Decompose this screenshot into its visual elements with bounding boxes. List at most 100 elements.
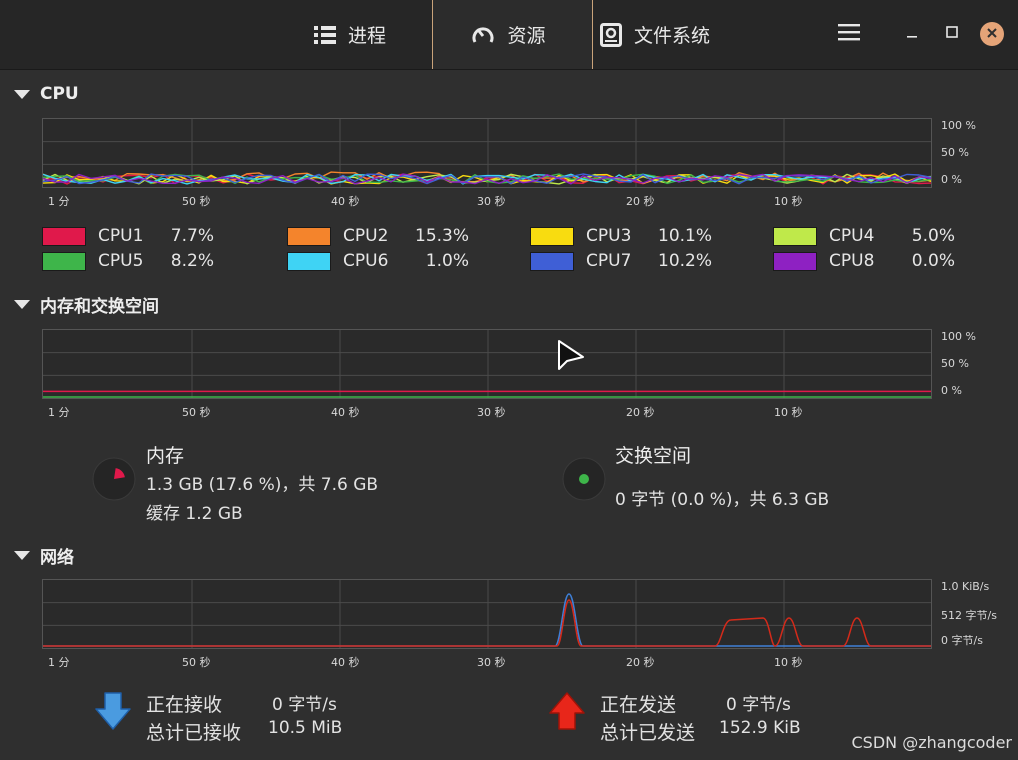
- sending-label: 正在发送: [600, 694, 677, 716]
- cpu4-color-swatch[interactable]: [773, 226, 817, 246]
- net-y-tick-mid: 512 字节/s: [941, 609, 997, 622]
- network-section-toggle[interactable]: 网络: [14, 543, 74, 568]
- collapse-triangle-icon: [14, 89, 30, 99]
- cpu-legend-item[interactable]: CPU6 1.0%: [287, 251, 469, 271]
- memory-cache: 缓存 1.2 GB: [146, 504, 243, 524]
- receiving-label: 正在接收: [146, 694, 223, 716]
- memory-section-toggle[interactable]: 内存和交换空间: [14, 292, 159, 317]
- collapse-triangle-icon: [14, 551, 30, 560]
- memory-pie-icon[interactable]: [92, 457, 136, 506]
- cpu8-color-swatch[interactable]: [773, 251, 817, 271]
- cpu2-color-swatch[interactable]: [287, 226, 331, 246]
- network-graph: [42, 579, 932, 649]
- net-x-tick: 50 秒: [182, 656, 211, 669]
- cpu-legend-name: CPU2: [343, 226, 389, 246]
- cpu-legend-value: 0.0%: [911, 251, 955, 271]
- mem-y-tick-0: 0 %: [941, 384, 962, 397]
- tab-filesystems[interactable]: 文件系统: [600, 0, 740, 69]
- close-button[interactable]: [980, 22, 1004, 46]
- cpu-legend-value: 1.0%: [425, 251, 469, 271]
- mouse-pointer-icon: [557, 339, 585, 378]
- tab-processes[interactable]: 进程: [314, 0, 418, 69]
- download-arrow-icon[interactable]: [94, 691, 132, 736]
- cpu-section-toggle[interactable]: CPU: [14, 84, 79, 104]
- cpu7-color-swatch[interactable]: [530, 251, 574, 271]
- mem-x-tick: 30 秒: [477, 406, 506, 419]
- total-received-label: 总计已接收: [146, 722, 242, 744]
- net-x-tick: 1 分: [48, 656, 70, 669]
- close-icon: [986, 24, 998, 44]
- cpu-section-title: CPU: [40, 84, 79, 104]
- cpu-legend-value: 10.1%: [658, 226, 713, 246]
- collapse-triangle-icon: [14, 300, 30, 309]
- cpu-legend-item[interactable]: CPU7 10.2%: [530, 251, 712, 271]
- minimize-icon: [906, 24, 918, 44]
- header-bar: 进程 资源 文件系统: [0, 0, 1018, 70]
- watermark: CSDN @zhangcoder: [851, 733, 1012, 752]
- mem-x-tick: 1 分: [48, 406, 70, 419]
- cpu-legend-item[interactable]: CPU2 15.3%: [287, 226, 469, 246]
- cpu-x-tick: 30 秒: [477, 195, 506, 208]
- net-y-tick-zero: 0 字节/s: [941, 634, 983, 647]
- sending-value: 0 字节/s: [726, 695, 791, 715]
- maximize-button[interactable]: [940, 22, 964, 46]
- cpu-legend-value: 7.7%: [170, 226, 214, 246]
- cpu1-color-swatch[interactable]: [42, 226, 86, 246]
- mem-x-tick: 40 秒: [331, 406, 360, 419]
- upload-arrow-icon[interactable]: [548, 691, 586, 736]
- total-received-value: 10.5 MiB: [268, 718, 343, 738]
- cpu-legend-name: CPU6: [343, 251, 389, 271]
- cpu-legend-item[interactable]: CPU3 10.1%: [530, 226, 712, 246]
- mem-y-tick-100: 100 %: [941, 330, 976, 343]
- cpu-legend-name: CPU8: [829, 251, 875, 271]
- cpu-legend-name: CPU4: [829, 226, 875, 246]
- cpu-graph-plot: [43, 119, 931, 187]
- cpu-legend-item[interactable]: CPU4 5.0%: [773, 226, 955, 246]
- cpu-legend-value: 15.3%: [415, 226, 470, 246]
- cpu-legend-value: 5.0%: [911, 226, 955, 246]
- cpu-x-tick: 1 分: [48, 195, 70, 208]
- cpu-x-tick: 20 秒: [626, 195, 655, 208]
- cpu-legend-item[interactable]: CPU8 0.0%: [773, 251, 955, 271]
- tab-resources[interactable]: 资源: [432, 0, 593, 69]
- cpu-x-tick: 10 秒: [774, 195, 803, 208]
- cpu-legend-value: 10.2%: [658, 251, 713, 271]
- cpu-y-tick-0: 0 %: [941, 173, 962, 186]
- gauge-icon: [471, 24, 495, 46]
- cpu-legend-item[interactable]: CPU5 8.2%: [42, 251, 214, 271]
- hamburger-icon: [838, 23, 860, 46]
- memory-title: 内存: [146, 445, 185, 467]
- cpu-y-tick-50: 50 %: [941, 146, 969, 159]
- memory-section-title: 内存和交换空间: [40, 297, 159, 317]
- menu-button[interactable]: [837, 22, 861, 46]
- net-x-tick: 40 秒: [331, 656, 360, 669]
- tab-resources-label: 资源: [507, 25, 546, 47]
- cpu-legend-name: CPU3: [586, 226, 632, 246]
- swap-pie-icon[interactable]: [562, 457, 606, 506]
- cpu-graph: [42, 118, 932, 188]
- cpu-x-tick: 50 秒: [182, 195, 211, 208]
- mem-y-tick-50: 50 %: [941, 357, 969, 370]
- memory-usage: 1.3 GB (17.6 %)，共 7.6 GB: [146, 475, 379, 495]
- network-graph-plot: [43, 580, 931, 648]
- cpu-legend-value: 8.2%: [170, 251, 214, 271]
- cpu-x-tick: 40 秒: [331, 195, 360, 208]
- network-section-title: 网络: [40, 548, 74, 568]
- mem-x-tick: 10 秒: [774, 406, 803, 419]
- mem-x-tick: 50 秒: [182, 406, 211, 419]
- cpu-legend-item[interactable]: CPU1 7.7%: [42, 226, 214, 246]
- net-x-tick: 30 秒: [477, 656, 506, 669]
- total-sent-label: 总计已发送: [600, 722, 696, 744]
- disk-icon: [600, 22, 622, 47]
- cpu-legend-name: CPU7: [586, 251, 632, 271]
- cpu3-color-swatch[interactable]: [530, 226, 574, 246]
- cpu-y-tick-100: 100 %: [941, 119, 976, 132]
- minimize-button[interactable]: [900, 22, 924, 46]
- memory-graph: [42, 329, 932, 399]
- swap-usage: 0 字节 (0.0 %)，共 6.3 GB: [615, 490, 830, 510]
- tab-processes-label: 进程: [348, 25, 387, 47]
- cpu6-color-swatch[interactable]: [287, 251, 331, 271]
- cpu5-color-swatch[interactable]: [42, 251, 86, 271]
- net-x-tick: 10 秒: [774, 656, 803, 669]
- memory-graph-plot: [43, 330, 931, 398]
